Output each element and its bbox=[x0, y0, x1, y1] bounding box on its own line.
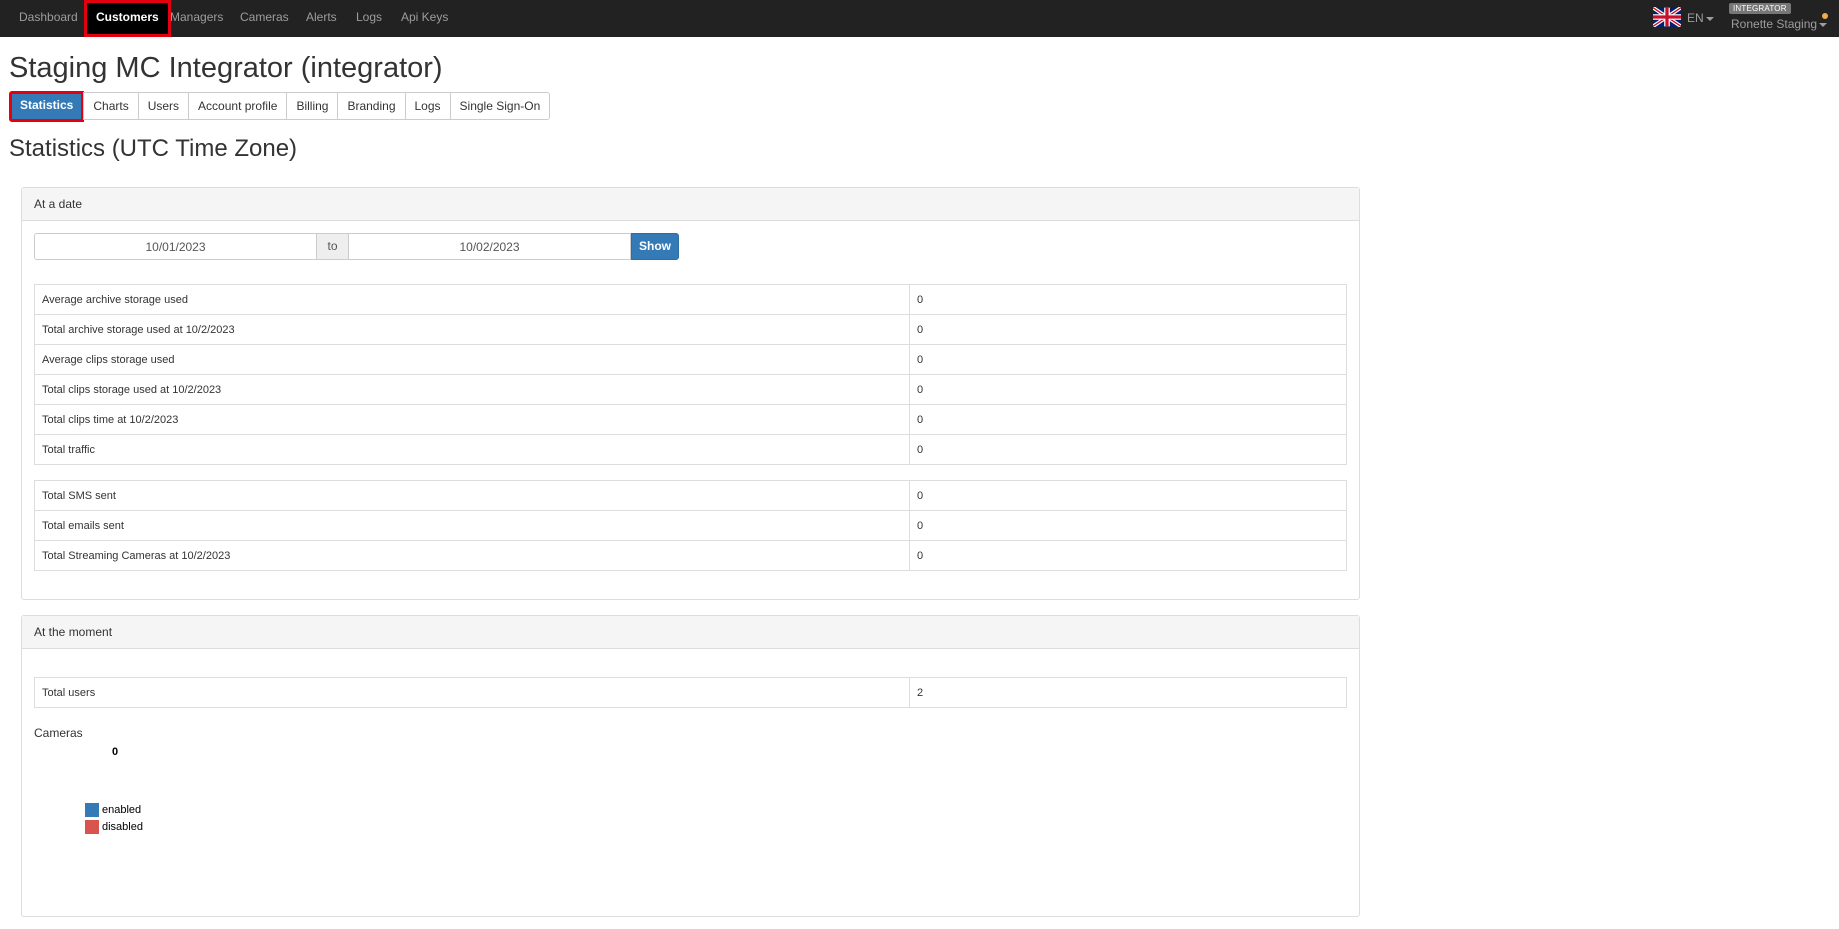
user-menu[interactable]: Ronette Staging bbox=[1731, 17, 1828, 31]
row-label: Average archive storage used bbox=[34, 284, 910, 315]
table-row: Total traffic 0 bbox=[34, 434, 1347, 465]
tab-users[interactable]: Users bbox=[137, 92, 190, 120]
table-row: Total Streaming Cameras at 10/2/2023 0 bbox=[34, 540, 1347, 571]
row-label: Total clips time at 10/2/2023 bbox=[34, 404, 910, 435]
nav-managers[interactable]: Managers bbox=[170, 0, 223, 37]
table-row: Total clips storage used at 10/2/2023 0 bbox=[34, 374, 1347, 405]
language-dropdown[interactable]: EN bbox=[1687, 11, 1714, 25]
at-moment-panel: At the moment Total users 2 Cameras 0 ena… bbox=[21, 615, 1360, 917]
chevron-down-icon bbox=[1819, 22, 1828, 27]
uk-flag-icon[interactable] bbox=[1653, 7, 1681, 27]
row-value: 0 bbox=[909, 374, 1347, 405]
date-separator: to bbox=[317, 233, 348, 260]
tab-statistics[interactable]: Statistics bbox=[9, 91, 85, 122]
storage-stats-table: Average archive storage used 0 Total arch… bbox=[34, 284, 1347, 465]
table-row: Total emails sent 0 bbox=[34, 510, 1347, 541]
table-row: Average archive storage used 0 bbox=[34, 284, 1347, 315]
row-label: Total archive storage used at 10/2/2023 bbox=[34, 314, 910, 345]
row-label: Total SMS sent bbox=[34, 480, 910, 511]
to-date-input[interactable] bbox=[348, 233, 631, 260]
legend-label: disabled bbox=[102, 820, 143, 833]
date-range-form: to Show bbox=[34, 233, 679, 260]
legend-item-disabled: disabled bbox=[85, 820, 143, 834]
row-value: 2 bbox=[909, 677, 1347, 708]
nav-logs[interactable]: Logs bbox=[356, 0, 382, 37]
legend-item-enabled: enabled bbox=[85, 803, 141, 817]
row-label: Total users bbox=[34, 677, 910, 708]
role-badge: INTEGRATOR bbox=[1729, 3, 1791, 14]
row-value: 0 bbox=[909, 314, 1347, 345]
legend-label: enabled bbox=[102, 803, 142, 816]
top-navbar: Dashboard Customers Managers Cameras Ale… bbox=[0, 0, 1839, 37]
nav-api-keys[interactable]: Api Keys bbox=[401, 0, 448, 37]
nav-cameras[interactable]: Cameras bbox=[240, 0, 289, 37]
language-label: EN bbox=[1687, 11, 1704, 25]
legend-swatch bbox=[85, 803, 99, 817]
tab-billing[interactable]: Billing bbox=[286, 92, 339, 120]
cameras-chart-title: Cameras bbox=[34, 726, 83, 740]
row-value: 0 bbox=[909, 284, 1347, 315]
section-title: Statistics (UTC Time Zone) bbox=[9, 135, 298, 162]
tab-single-sign-on[interactable]: Single Sign-On bbox=[449, 92, 551, 120]
nav-alerts[interactable]: Alerts bbox=[306, 0, 337, 37]
table-row: Total users 2 bbox=[34, 677, 1347, 708]
cameras-pie-value: 0 bbox=[112, 746, 119, 758]
row-value: 0 bbox=[909, 540, 1347, 571]
customer-tabs: Statistics Charts Users Account profile … bbox=[9, 91, 551, 122]
tab-branding[interactable]: Branding bbox=[337, 92, 406, 120]
tab-logs[interactable]: Logs bbox=[404, 92, 451, 120]
tab-charts[interactable]: Charts bbox=[83, 92, 139, 120]
nav-dashboard[interactable]: Dashboard bbox=[19, 0, 78, 37]
row-value: 0 bbox=[909, 480, 1347, 511]
row-value: 0 bbox=[909, 510, 1347, 541]
legend-swatch bbox=[85, 820, 99, 834]
page-title: Staging MC Integrator (integrator) bbox=[9, 52, 443, 84]
row-value: 0 bbox=[909, 404, 1347, 435]
row-label: Total traffic bbox=[34, 434, 910, 465]
row-label: Total Streaming Cameras at 10/2/2023 bbox=[34, 540, 910, 571]
row-label: Total emails sent bbox=[34, 510, 910, 541]
table-row: Total archive storage used at 10/2/2023 0 bbox=[34, 314, 1347, 345]
chevron-down-icon bbox=[1705, 16, 1714, 21]
users-stats-table: Total users 2 bbox=[34, 677, 1347, 708]
nav-customers[interactable]: Customers bbox=[84, 0, 171, 37]
messaging-stats-table: Total SMS sent 0 Total emails sent 0 Total… bbox=[34, 480, 1347, 571]
panel-heading: At the moment bbox=[22, 616, 1359, 649]
show-button[interactable]: Show bbox=[631, 233, 679, 260]
table-row: Total clips time at 10/2/2023 0 bbox=[34, 404, 1347, 435]
table-row: Total SMS sent 0 bbox=[34, 480, 1347, 511]
row-value: 0 bbox=[909, 434, 1347, 465]
row-label: Total clips storage used at 10/2/2023 bbox=[34, 374, 910, 405]
row-label: Average clips storage used bbox=[34, 344, 910, 375]
user-name-label: Ronette Staging bbox=[1731, 17, 1818, 31]
row-value: 0 bbox=[909, 344, 1347, 375]
at-date-panel: At a date to Show Average archive storag… bbox=[21, 187, 1360, 600]
panel-heading: At a date bbox=[22, 188, 1359, 221]
from-date-input[interactable] bbox=[34, 233, 317, 260]
table-row: Average clips storage used 0 bbox=[34, 344, 1347, 375]
status-dot-icon bbox=[1822, 13, 1828, 19]
tab-account-profile[interactable]: Account profile bbox=[188, 92, 288, 120]
